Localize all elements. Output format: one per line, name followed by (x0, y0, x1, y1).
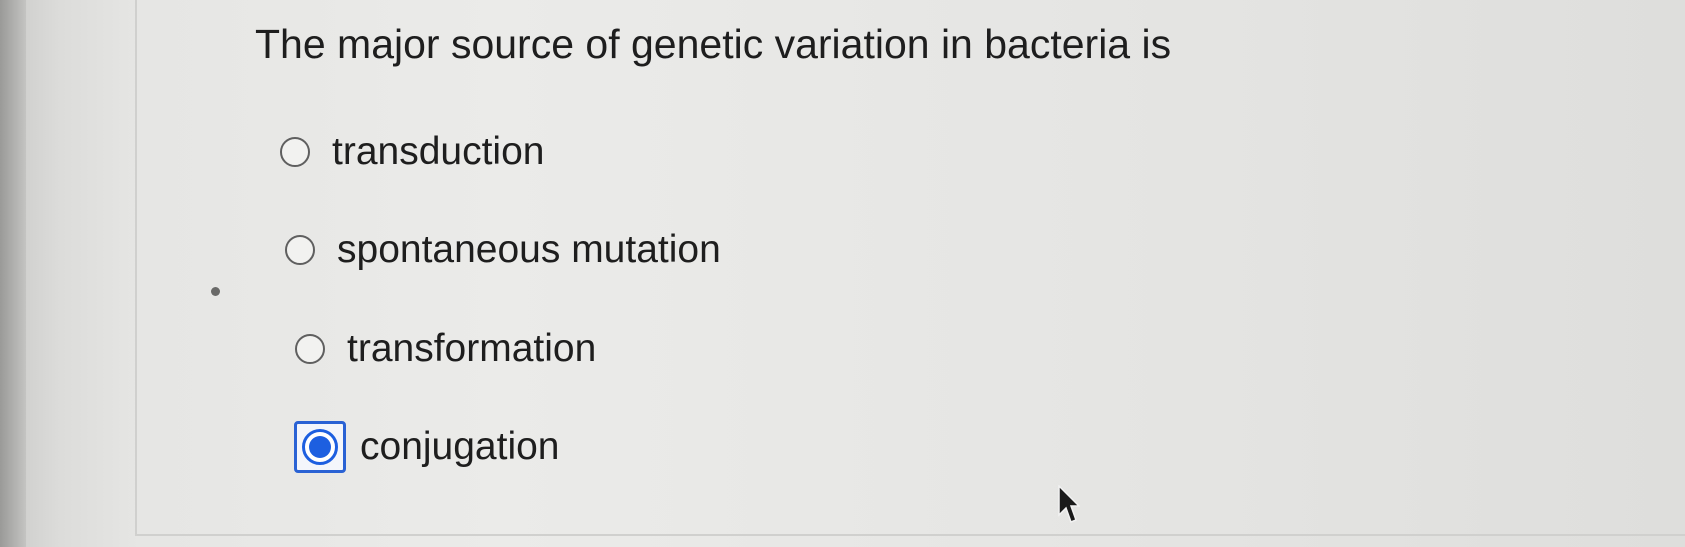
option-label: transformation (347, 327, 597, 370)
option-transformation[interactable]: transformation (295, 325, 596, 373)
mouse-cursor-icon (1058, 485, 1080, 523)
radio-ring (302, 429, 338, 465)
radio-unselected-icon[interactable] (280, 137, 310, 167)
left-edge-shadow (0, 0, 26, 547)
option-label: conjugation (360, 425, 560, 468)
question-text: The major source of genetic variation in… (255, 21, 1172, 67)
radio-dot (309, 436, 331, 458)
option-label: transduction (332, 130, 545, 173)
option-conjugation[interactable]: conjugation (294, 421, 560, 473)
screen-speck (211, 287, 220, 296)
option-label: spontaneous mutation (337, 228, 721, 271)
option-spontaneous-mutation[interactable]: spontaneous mutation (285, 226, 721, 274)
radio-unselected-icon[interactable] (295, 334, 325, 364)
radio-unselected-icon[interactable] (285, 235, 315, 265)
radio-selected-icon[interactable] (294, 421, 346, 473)
option-transduction[interactable]: transduction (280, 128, 544, 176)
